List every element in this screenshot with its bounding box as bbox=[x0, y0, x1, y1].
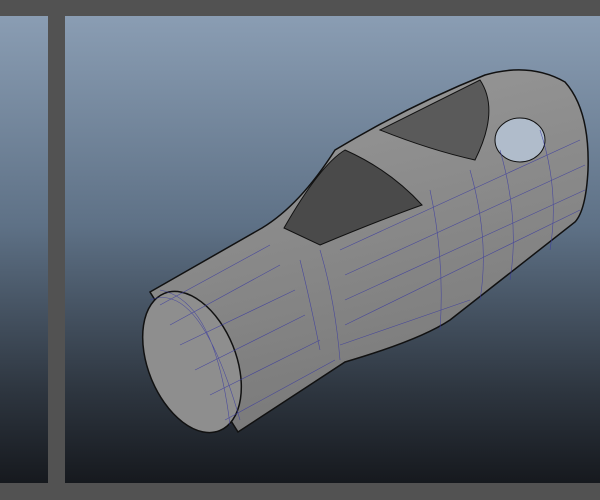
mesh-model[interactable] bbox=[0, 0, 600, 500]
mesh-hole bbox=[494, 117, 546, 163]
